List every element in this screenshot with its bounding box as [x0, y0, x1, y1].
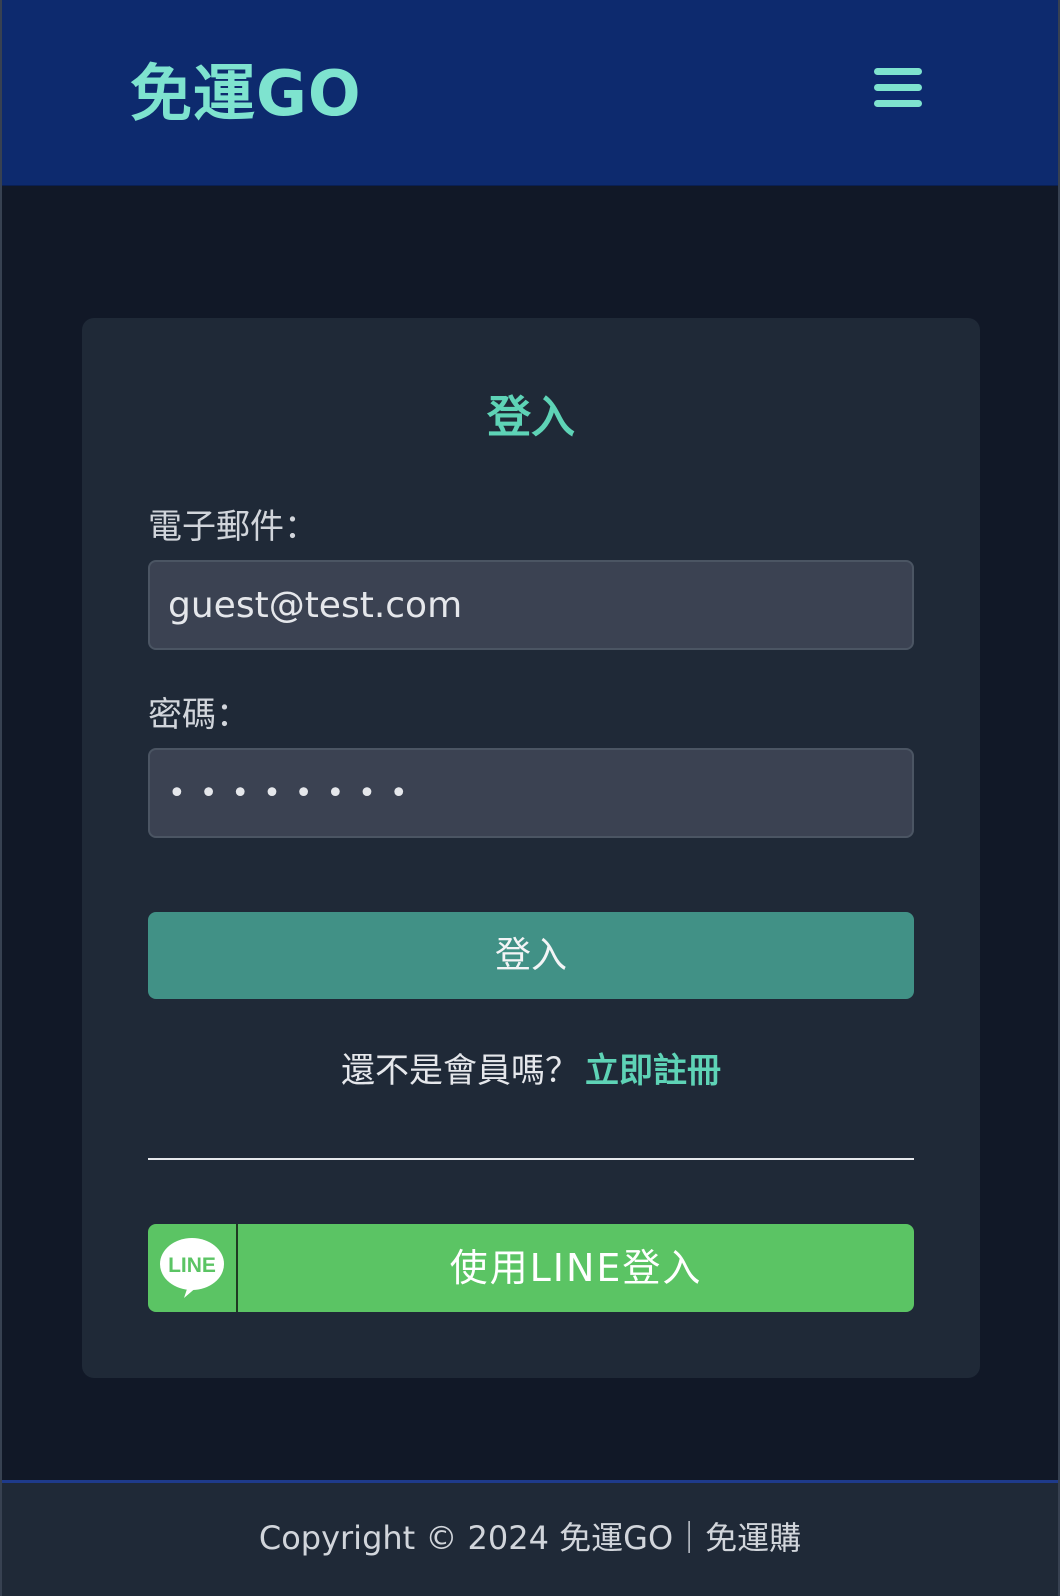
hamburger-menu-icon-bar	[874, 100, 922, 107]
login-submit-button[interactable]: 登入	[148, 912, 914, 999]
register-prompt-text: 還不是會員嗎？	[341, 1051, 579, 1091]
top-navbar: 免運GO	[2, 0, 1058, 186]
register-prompt-row: 還不是會員嗎？ 立即註冊	[82, 1046, 980, 1096]
email-field[interactable]	[148, 560, 914, 650]
email-label: 電子郵件：	[148, 507, 318, 547]
footer: Copyright © 2024 免運GO｜免運購	[2, 1480, 1058, 1596]
login-title: 登入	[487, 392, 575, 443]
line-login-button[interactable]: LINE 使用LINE登入	[148, 1224, 914, 1312]
brand-logo[interactable]: 免運GO	[130, 56, 362, 132]
register-link[interactable]: 立即註冊	[585, 1051, 721, 1091]
copyright-text: Copyright © 2024 免運GO｜免運購	[258, 1519, 802, 1557]
password-label: 密碼：	[148, 695, 250, 735]
divider	[148, 1158, 914, 1160]
line-login-label: 使用LINE登入	[449, 1246, 703, 1290]
hamburger-menu-button[interactable]	[870, 64, 926, 112]
hamburger-menu-icon	[874, 68, 922, 75]
page: 免運GO 登入 電子郵件： 密碼： 登入 還不是會員嗎？立即註冊 LINE	[0, 0, 1060, 1596]
login-card: 登入 電子郵件： 密碼： 登入 還不是會員嗎？立即註冊 LINE 使用LINE登…	[82, 318, 980, 1378]
hamburger-menu-icon-bar	[874, 84, 922, 91]
password-field[interactable]	[148, 748, 914, 838]
line-logo-icon: LINE	[148, 1224, 238, 1312]
line-logo-text: LINE	[168, 1254, 216, 1277]
